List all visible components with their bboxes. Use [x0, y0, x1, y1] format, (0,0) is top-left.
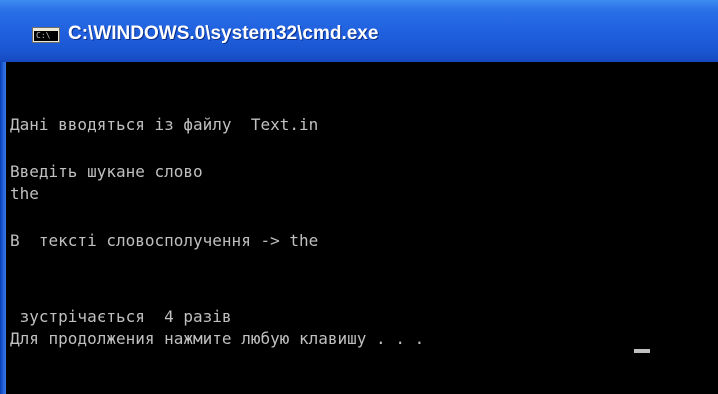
window-left-border [0, 62, 6, 394]
console-line-press-any-key: Для продолжения нажмите любую клавишу . … [10, 329, 434, 348]
console-app-icon[interactable]: C:\ [32, 27, 60, 43]
console-line-input-source: Дані вводяться із файлу Text.in [10, 115, 319, 134]
cmd-window: C:\ C:\WINDOWS.0\system32\cmd.exe Дані в… [0, 0, 718, 394]
console-line-count: зустрічається 4 разів [10, 307, 232, 326]
console-line-phrase: В тексті словосполучення -> the [10, 231, 319, 250]
window-title: C:\WINDOWS.0\system32\cmd.exe [68, 23, 379, 44]
console-line-user-input: the [10, 184, 39, 203]
text-cursor-icon [634, 349, 650, 353]
console-line-prompt: Введіть шукане слово [10, 162, 203, 181]
console-app-icon-glyph: C:\ [34, 31, 58, 41]
title-bar[interactable]: C:\ C:\WINDOWS.0\system32\cmd.exe [0, 0, 718, 62]
